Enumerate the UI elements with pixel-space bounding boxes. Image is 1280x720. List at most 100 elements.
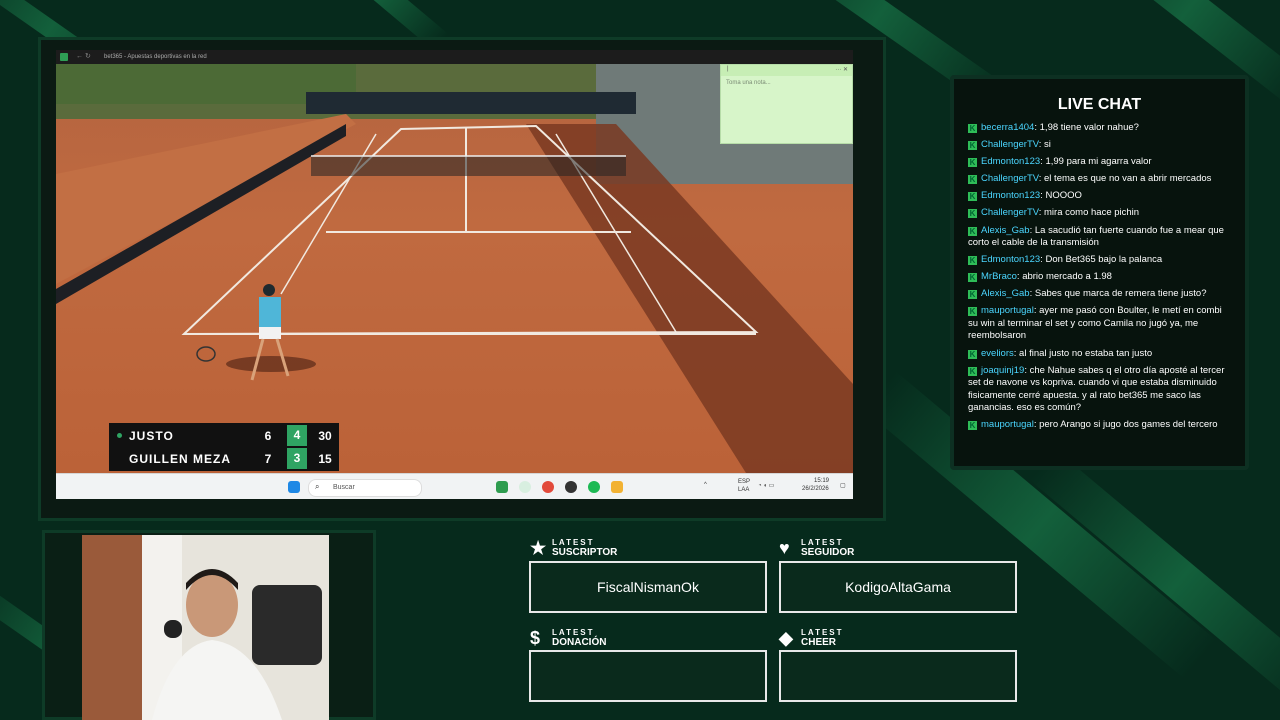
chat-text: mira como hace pichin (1044, 207, 1140, 219)
kick-badge-icon: K (968, 175, 977, 185)
latest-donacion-box (529, 650, 767, 702)
chat-username[interactable]: Edmonton123 (981, 254, 1040, 265)
chat-text: abrio mercado a 1.98 (1022, 271, 1112, 283)
kick-badge-icon: K (968, 256, 977, 266)
chat-message: K Alexis_Gab: Sabes que marca de remera t… (968, 288, 1207, 300)
kick-badge-icon: K (968, 273, 977, 283)
bet365-favicon-icon (60, 53, 68, 61)
tray-date[interactable]: 26/2/2026 (802, 486, 829, 492)
spotify-icon[interactable] (588, 481, 600, 493)
tray-status-icons[interactable]: ◔ ◖ ▭ (758, 482, 774, 489)
tray-lang-layout[interactable]: LAA (738, 487, 749, 493)
latest-label-bottom: DONACIÓN (552, 637, 607, 648)
latest-label-bottom: SUSCRIPTOR (552, 547, 618, 558)
latest-label-top: LATEST (801, 538, 844, 547)
browser-titlebar: ← ↻ bet365 - Apuestas deportivas en la r… (56, 50, 853, 64)
chat-message: K ChallengerTV: el tema es que no van a a… (968, 173, 1212, 185)
diamond-icon: ◆ (779, 628, 793, 648)
chat-message: Kmauportugal: ayer me pasó con Boulter, … (968, 305, 1222, 342)
live-chat-panel: LIVE CHAT Kbecerra1404: 1,98 tiene valor… (950, 75, 1249, 470)
scoreboard-row: GUILLEN MEZA 7 3 15 (109, 447, 339, 470)
chat-username[interactable]: MrBraco (981, 271, 1017, 282)
search-icon: ⌕ (315, 482, 320, 491)
chat-username[interactable]: eveliors (981, 348, 1014, 359)
sticky-note-placeholder[interactable]: Toma una nota... (721, 76, 852, 90)
chat-message: K Edmonton123: 1,99 para mi agarra valor (968, 156, 1152, 168)
chat-username[interactable]: becerra1404 (981, 122, 1034, 133)
chat-message: Kbecerra1404: 1,98 tiene valor nahue? (968, 122, 1139, 133)
chat-username[interactable]: ChallengerTV (981, 207, 1039, 218)
kick-badge-icon: K (968, 290, 977, 300)
chat-text: 1,99 para mi agarra valor (1045, 156, 1152, 168)
chat-text: 1,98 tiene valor nahue? (1039, 122, 1139, 133)
kick-badge-icon: K (968, 421, 977, 431)
latest-label-top: LATEST (552, 628, 595, 637)
chat-username[interactable]: ChallengerTV (981, 139, 1039, 150)
live-chat-title: LIVE CHAT (1057, 96, 1142, 113)
tray-lang[interactable]: ESP (738, 479, 750, 485)
sticky-note[interactable]: | ··· ✕ Toma una nota... (720, 64, 853, 144)
kick-badge-icon: K (968, 307, 977, 317)
latest-seguidor-box: KodigoAltaGama (779, 561, 1017, 613)
windows-start-icon[interactable] (288, 481, 300, 493)
chat-username[interactable]: joaquinj19 (981, 365, 1024, 376)
kick-badge-icon: K (968, 226, 977, 236)
chat-message: K Edmonton123: Don Bet365 bajo la palanca (968, 254, 1163, 266)
kick-badge-icon: K (968, 124, 977, 133)
chat-message: Kmauportugal: pero Arango si jugo dos ga… (968, 419, 1218, 431)
chat-username[interactable]: Alexis_Gab (981, 225, 1030, 236)
kick-badge-icon: K (968, 209, 977, 219)
latest-suscriptor-box: FiscalNismanOk (529, 561, 767, 613)
chat-username[interactable]: ChallengerTV (981, 173, 1039, 184)
whatsapp-icon[interactable] (519, 481, 531, 493)
obs-icon[interactable] (565, 481, 577, 493)
chat-text: el tema es que no van a abrir mercados (1044, 173, 1212, 185)
chat-text: si (1044, 139, 1051, 151)
player-name: GUILLEN MEZA (129, 452, 231, 466)
latest-label-bottom: CHEER (801, 637, 837, 648)
kick-badge-icon: K (968, 349, 977, 359)
tray-chevron-icon[interactable]: ^ (704, 482, 707, 488)
latest-suscriptor-label: ★ LATEST SUSCRIPTOR (530, 538, 650, 560)
chat-message: K Alexis_Gab: La sacudió tan fuerte cuand… (968, 224, 1224, 249)
notifications-icon[interactable]: ▢ (840, 482, 846, 489)
kick-badge-icon: K (968, 141, 977, 151)
kick-badge-icon: K (968, 192, 977, 202)
player-name: JUSTO (129, 429, 174, 443)
player-points: 30 (318, 429, 332, 443)
chat-text: al final justo no estaba tan justo (1019, 347, 1153, 359)
browser-tab-title[interactable]: bet365 - Apuestas deportivas en la red (104, 50, 207, 64)
browser-nav-buttons[interactable]: ← ↻ (76, 50, 91, 64)
chat-username[interactable]: Edmonton123 (981, 190, 1040, 201)
chat-message: Kjoaquinj19: che Nahue sabes q el otro d… (968, 364, 1225, 414)
kick-badge-icon: K (968, 366, 977, 376)
chat-message: K ChallengerTV: si (968, 139, 1051, 151)
taskbar-search[interactable]: ⌕ Buscar (308, 479, 422, 497)
chat-text: Sabes que marca de remera tiene justo? (1034, 288, 1207, 300)
chat-message: K MrBraco: abrio mercado a 1.98 (968, 271, 1112, 283)
chat-message: K ChallengerTV: mira como hace pichin (968, 207, 1140, 219)
sticky-note-controls[interactable]: ··· ✕ (835, 66, 848, 73)
tennis-video-stream[interactable]: | ··· ✕ Toma una nota... JUSTO 6 4 30 GU… (56, 64, 853, 473)
latest-label-top: LATEST (552, 538, 595, 547)
chat-username[interactable]: Edmonton123 (981, 156, 1040, 167)
sheets-app-icon[interactable] (496, 481, 508, 493)
player-games: 3 (287, 448, 307, 469)
sticky-note-pin-icon[interactable]: | (727, 66, 729, 72)
tray-time[interactable]: 15:19 (814, 478, 829, 484)
file-explorer-icon[interactable] (611, 481, 623, 493)
chat-message: K Edmonton123: NOOOO (968, 190, 1082, 202)
chat-username[interactable]: mauportugal (981, 419, 1034, 430)
windows-taskbar: ⌕ Buscar ^ ESP LAA ◔ ◖ ▭ 15:19 26/2/2026… (56, 473, 853, 499)
webcam-image (82, 535, 329, 720)
chrome-icon[interactable] (542, 481, 554, 493)
browser-window: ← ↻ bet365 - Apuestas deportivas en la r… (56, 50, 853, 499)
latest-donacion-label: $ LATEST DONACIÓN (530, 628, 650, 650)
chat-username[interactable]: Alexis_Gab (981, 288, 1030, 299)
sticky-note-toolbar: | ··· ✕ (721, 65, 852, 76)
kick-badge-icon: K (968, 158, 977, 168)
latest-label-top: LATEST (801, 628, 844, 637)
latest-label-bottom: SEGUIDOR (801, 547, 855, 558)
serve-indicator-icon (117, 433, 122, 438)
chat-username[interactable]: mauportugal (981, 305, 1034, 316)
